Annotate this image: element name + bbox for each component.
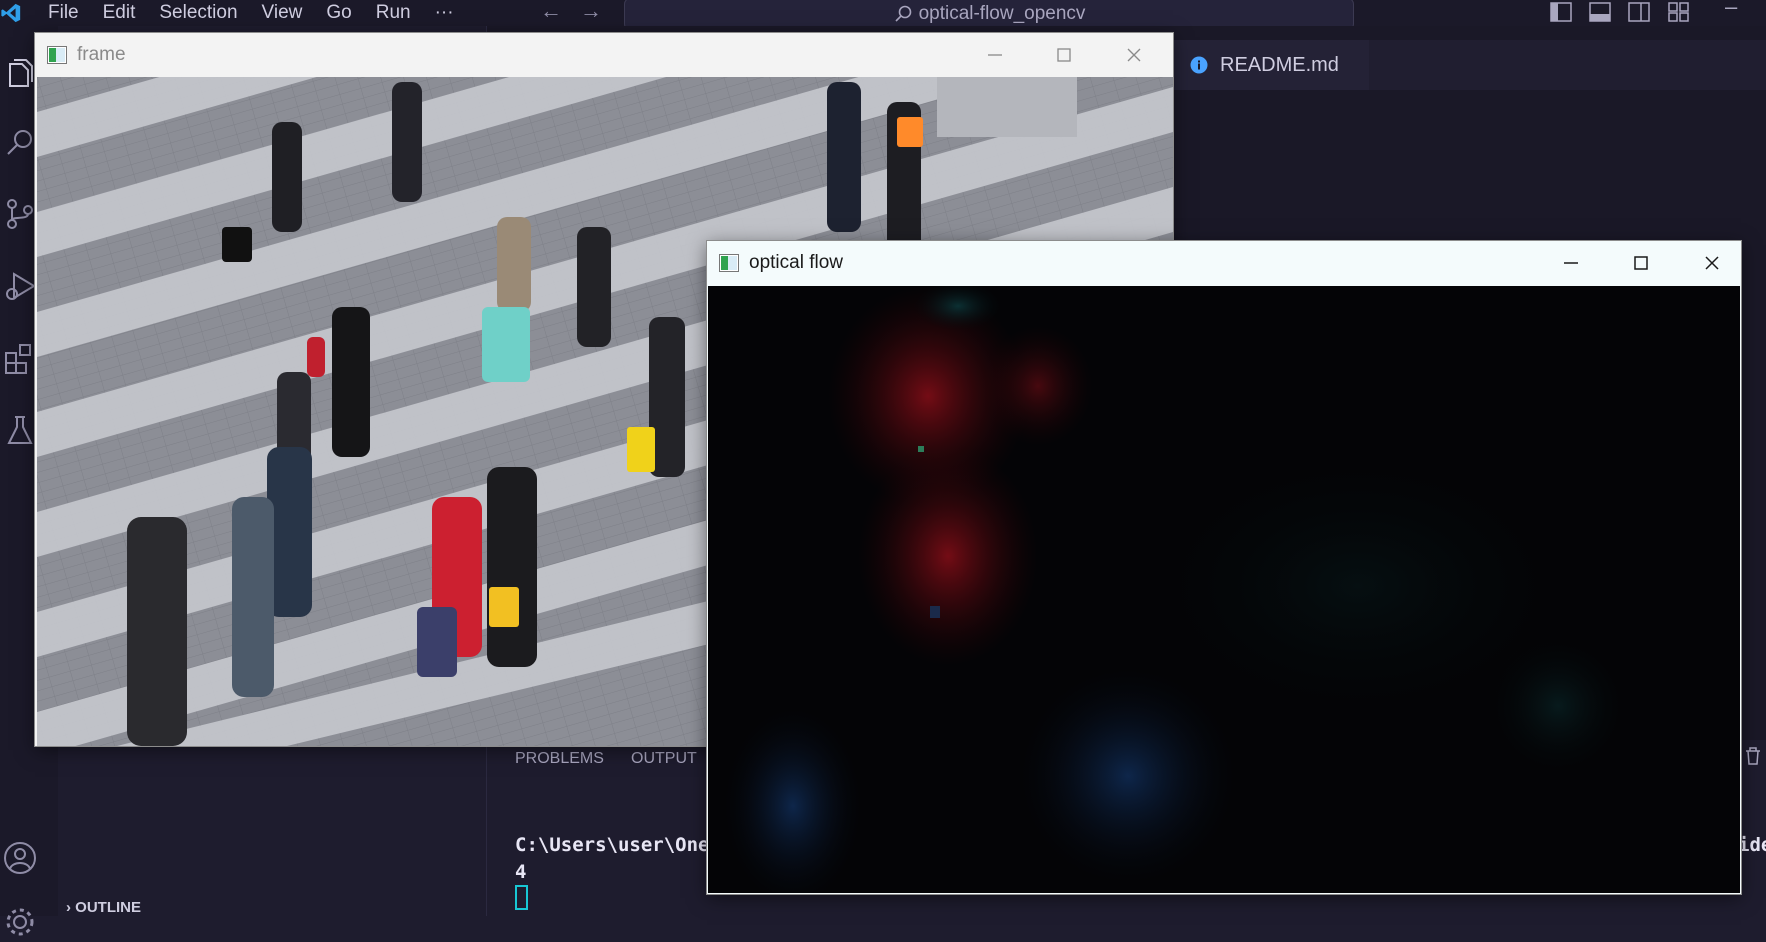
menu-file[interactable]: File <box>48 2 79 24</box>
tab-problems[interactable]: PROBLEMS <box>515 750 604 768</box>
close-icon[interactable] <box>1122 43 1146 67</box>
menu-view[interactable]: View <box>262 2 303 24</box>
chevron-right-icon: › <box>66 899 71 916</box>
window-title: frame <box>77 44 126 65</box>
minimize-vscode-button[interactable]: – <box>1725 0 1737 20</box>
run-debug-icon[interactable] <box>0 266 40 306</box>
arrow-left-icon[interactable]: ← <box>540 0 562 24</box>
search-icon <box>894 5 911 22</box>
terminal-cursor <box>515 885 528 910</box>
source-control-icon[interactable] <box>0 194 40 234</box>
outline-label: OUTLINE <box>75 899 142 916</box>
terminal-line: C:\Users\user\OneD <box>515 834 721 856</box>
extensions-icon[interactable] <box>0 339 40 379</box>
outline-section-header[interactable]: › OUTLINE <box>66 899 141 916</box>
title-bar: File Edit Selection View Go Run ··· ← → … <box>0 0 1766 30</box>
maximize-icon[interactable] <box>1052 43 1076 67</box>
frame-window-titlebar[interactable]: frame <box>35 33 1173 77</box>
menu-run[interactable]: Run <box>376 2 411 24</box>
minimize-icon[interactable] <box>983 43 1007 67</box>
info-icon <box>1190 56 1208 74</box>
customize-layout-icon[interactable] <box>1668 2 1690 22</box>
manage-gear-icon[interactable] <box>0 902 40 942</box>
accounts-icon[interactable] <box>0 838 40 878</box>
app-icon <box>47 46 67 64</box>
toggle-panel-icon[interactable] <box>1589 2 1611 22</box>
optical-flow-image <box>708 286 1740 893</box>
vscode-logo-icon[interactable] <box>0 2 22 24</box>
terminal-line: 4 <box>515 861 527 883</box>
maximize-icon[interactable] <box>1629 251 1653 275</box>
trash-icon[interactable] <box>1744 746 1762 766</box>
tab-label: README.md <box>1220 53 1339 76</box>
tab-output[interactable]: OUTPUT <box>631 750 697 768</box>
terminal-overflow-text: ide <box>1738 834 1766 856</box>
menu-edit[interactable]: Edit <box>103 2 136 24</box>
arrow-right-icon[interactable]: → <box>580 0 602 24</box>
workspace-name: optical-flow_opencv <box>918 3 1086 24</box>
close-icon[interactable] <box>1700 251 1724 275</box>
editor-tab-readme[interactable]: README.md <box>1172 40 1369 90</box>
window-title: optical flow <box>749 252 843 273</box>
search-icon[interactable] <box>0 123 40 163</box>
toggle-primary-sidebar-icon[interactable] <box>1550 2 1572 22</box>
toggle-secondary-sidebar-icon[interactable] <box>1628 2 1650 22</box>
menu-selection[interactable]: Selection <box>159 2 237 24</box>
minimize-icon[interactable] <box>1559 251 1583 275</box>
explorer-icon[interactable] <box>0 54 40 94</box>
optical-flow-window-titlebar[interactable]: optical flow <box>707 241 1741 285</box>
menu-go[interactable]: Go <box>326 2 351 24</box>
optical-flow-window[interactable]: optical flow <box>707 241 1741 894</box>
testing-flask-icon[interactable] <box>0 411 40 451</box>
app-icon <box>719 254 739 272</box>
menu-more-button[interactable]: ··· <box>435 2 454 24</box>
